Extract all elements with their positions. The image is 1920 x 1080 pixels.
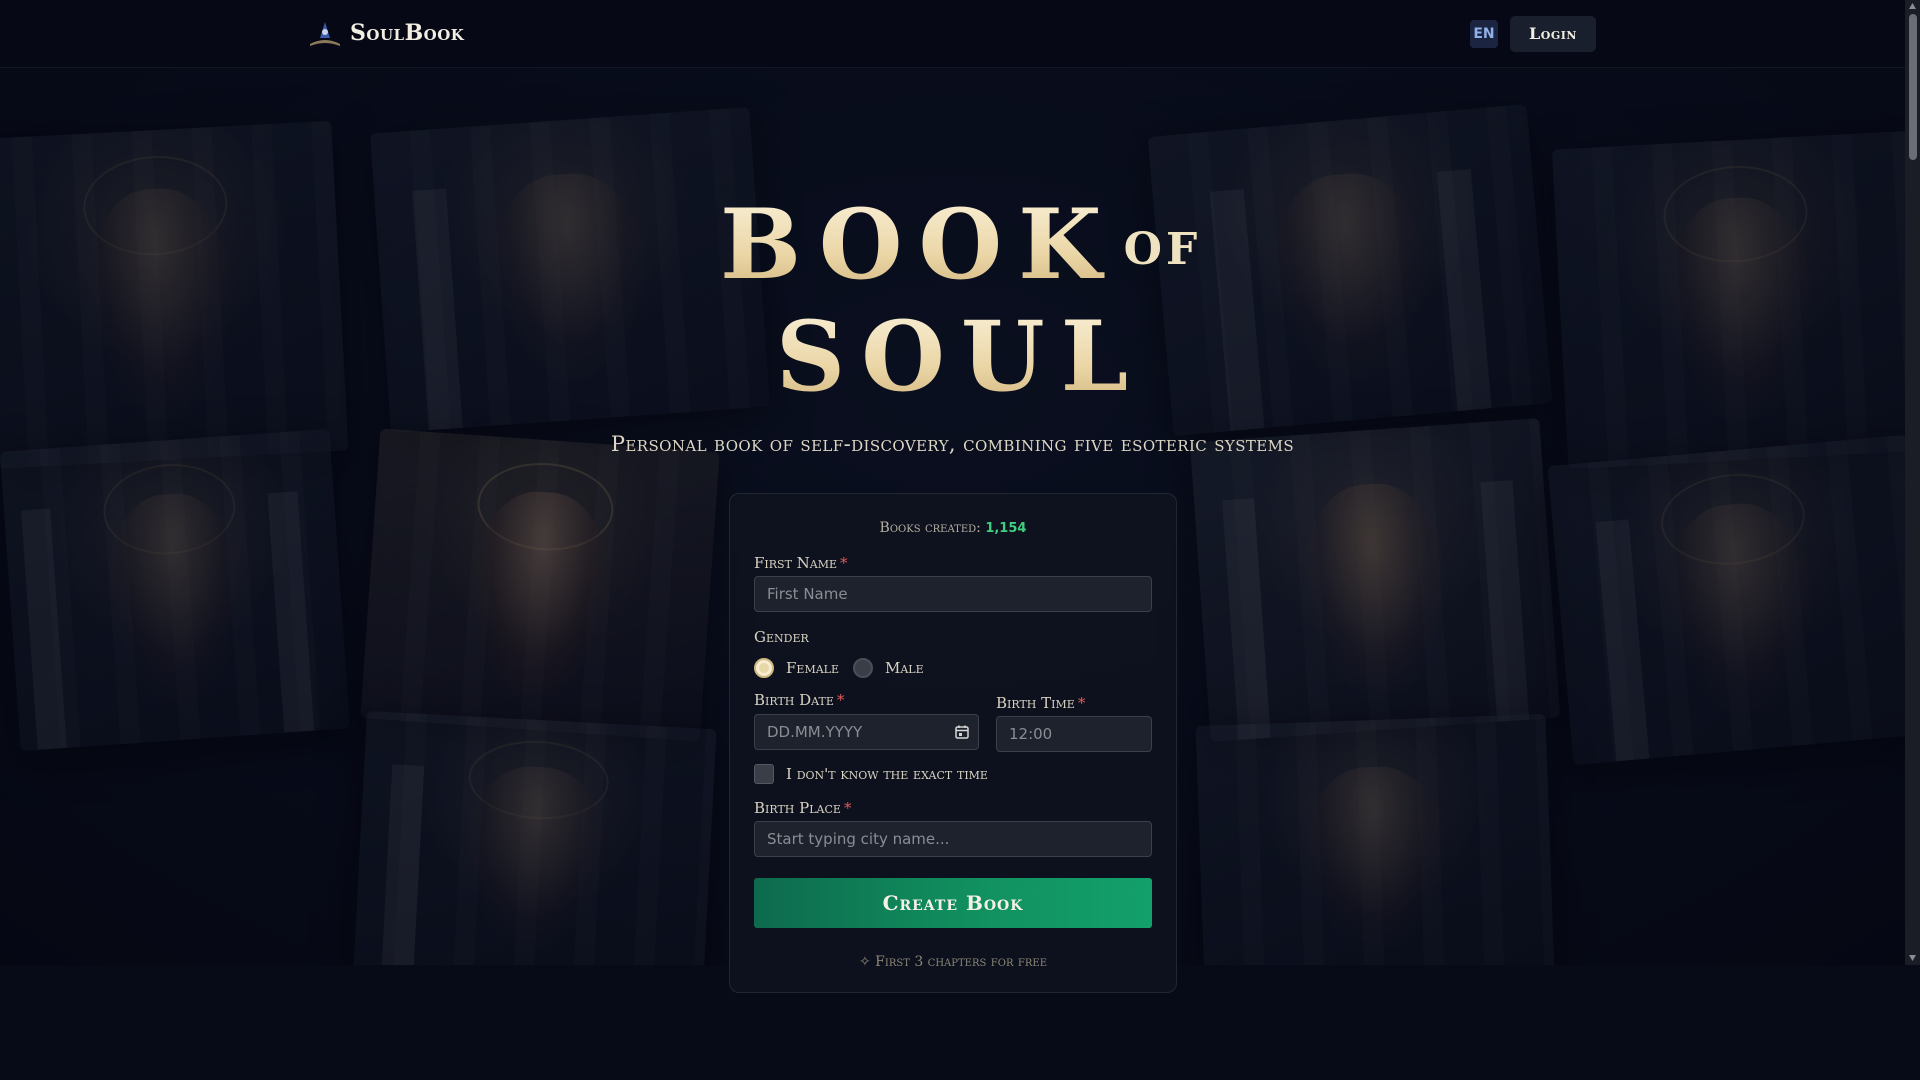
gender-radio-male[interactable] xyxy=(853,658,873,678)
unknown-time-label[interactable]: I don't know the exact time xyxy=(786,765,988,783)
birth-place-label-text: Birth Place xyxy=(754,799,841,817)
top-navbar: SoulBook EN Login xyxy=(0,0,1905,68)
books-created-counter: Books created: 1,154 xyxy=(730,520,1176,536)
birth-time-label: Birth Time * xyxy=(996,694,1085,712)
birth-place-input[interactable] xyxy=(754,821,1152,857)
create-book-form: Books created: 1,154 First Name* Gender … xyxy=(729,493,1177,993)
hero-title-soul: SOUL xyxy=(775,300,1145,413)
background-tarot-card xyxy=(1551,130,1905,470)
free-chapters-note: ✧ First 3 chapters for free xyxy=(858,954,1047,970)
background-tarot-card xyxy=(360,428,720,742)
birth-time-input[interactable] xyxy=(996,716,1152,752)
background-tarot-card xyxy=(369,107,771,433)
background-tarot-card xyxy=(1147,104,1553,436)
brand-logo-link[interactable]: SoulBook xyxy=(308,18,464,48)
hero-subtitle: Personal book of self-discovery, combini… xyxy=(610,432,1295,456)
required-mark: * xyxy=(1077,694,1086,712)
background-tarot-card xyxy=(1547,434,1905,766)
first-name-label: First Name * xyxy=(754,554,848,572)
background-tarot-card xyxy=(353,711,717,965)
first-name-label-text: First Name xyxy=(754,554,838,572)
background-tarot-card xyxy=(0,120,349,470)
gender-male-label[interactable]: Male xyxy=(885,659,924,677)
login-button[interactable]: Login xyxy=(1510,16,1596,52)
required-mark: * xyxy=(836,691,845,709)
birth-place-label: Birth Place * xyxy=(754,799,851,817)
gender-label: Gender xyxy=(754,628,809,646)
birth-date-label-text: Birth Date xyxy=(754,691,834,709)
background-tarot-card xyxy=(1189,418,1561,742)
birth-date-input[interactable] xyxy=(754,714,979,750)
required-mark: * xyxy=(840,554,848,572)
birth-date-label: Birth Date * xyxy=(754,691,844,709)
gender-female-label[interactable]: Female xyxy=(786,659,839,677)
background-tarot-card xyxy=(0,428,351,752)
hero-title-line2: SOUL xyxy=(720,300,1200,413)
wizard-book-icon xyxy=(308,18,342,48)
hero-title-line1: BOOK OF xyxy=(720,188,1202,301)
brand-name: SoulBook xyxy=(350,20,465,46)
language-switcher[interactable]: EN xyxy=(1470,20,1498,48)
calendar-icon[interactable] xyxy=(954,724,970,740)
background-tarot-card xyxy=(1195,713,1555,965)
first-name-input[interactable] xyxy=(754,576,1152,612)
scrollbar-thumb[interactable] xyxy=(1909,14,1917,160)
page-scrollbar[interactable] xyxy=(1905,0,1920,965)
scroll-up-arrow-icon[interactable] xyxy=(1909,3,1916,9)
scroll-down-arrow-icon[interactable] xyxy=(1909,955,1916,961)
counter-label: Books created: xyxy=(879,520,981,536)
hero-title-book: BOOK xyxy=(720,188,1118,301)
unknown-time-checkbox[interactable] xyxy=(754,764,774,784)
birth-time-label-text: Birth Time xyxy=(996,694,1075,712)
create-book-button[interactable]: Create Book xyxy=(754,878,1152,928)
required-mark: * xyxy=(843,799,852,817)
hero-title-of: OF xyxy=(1123,224,1202,275)
gender-radio-female[interactable] xyxy=(754,658,774,678)
counter-value: 1,154 xyxy=(985,521,1027,536)
